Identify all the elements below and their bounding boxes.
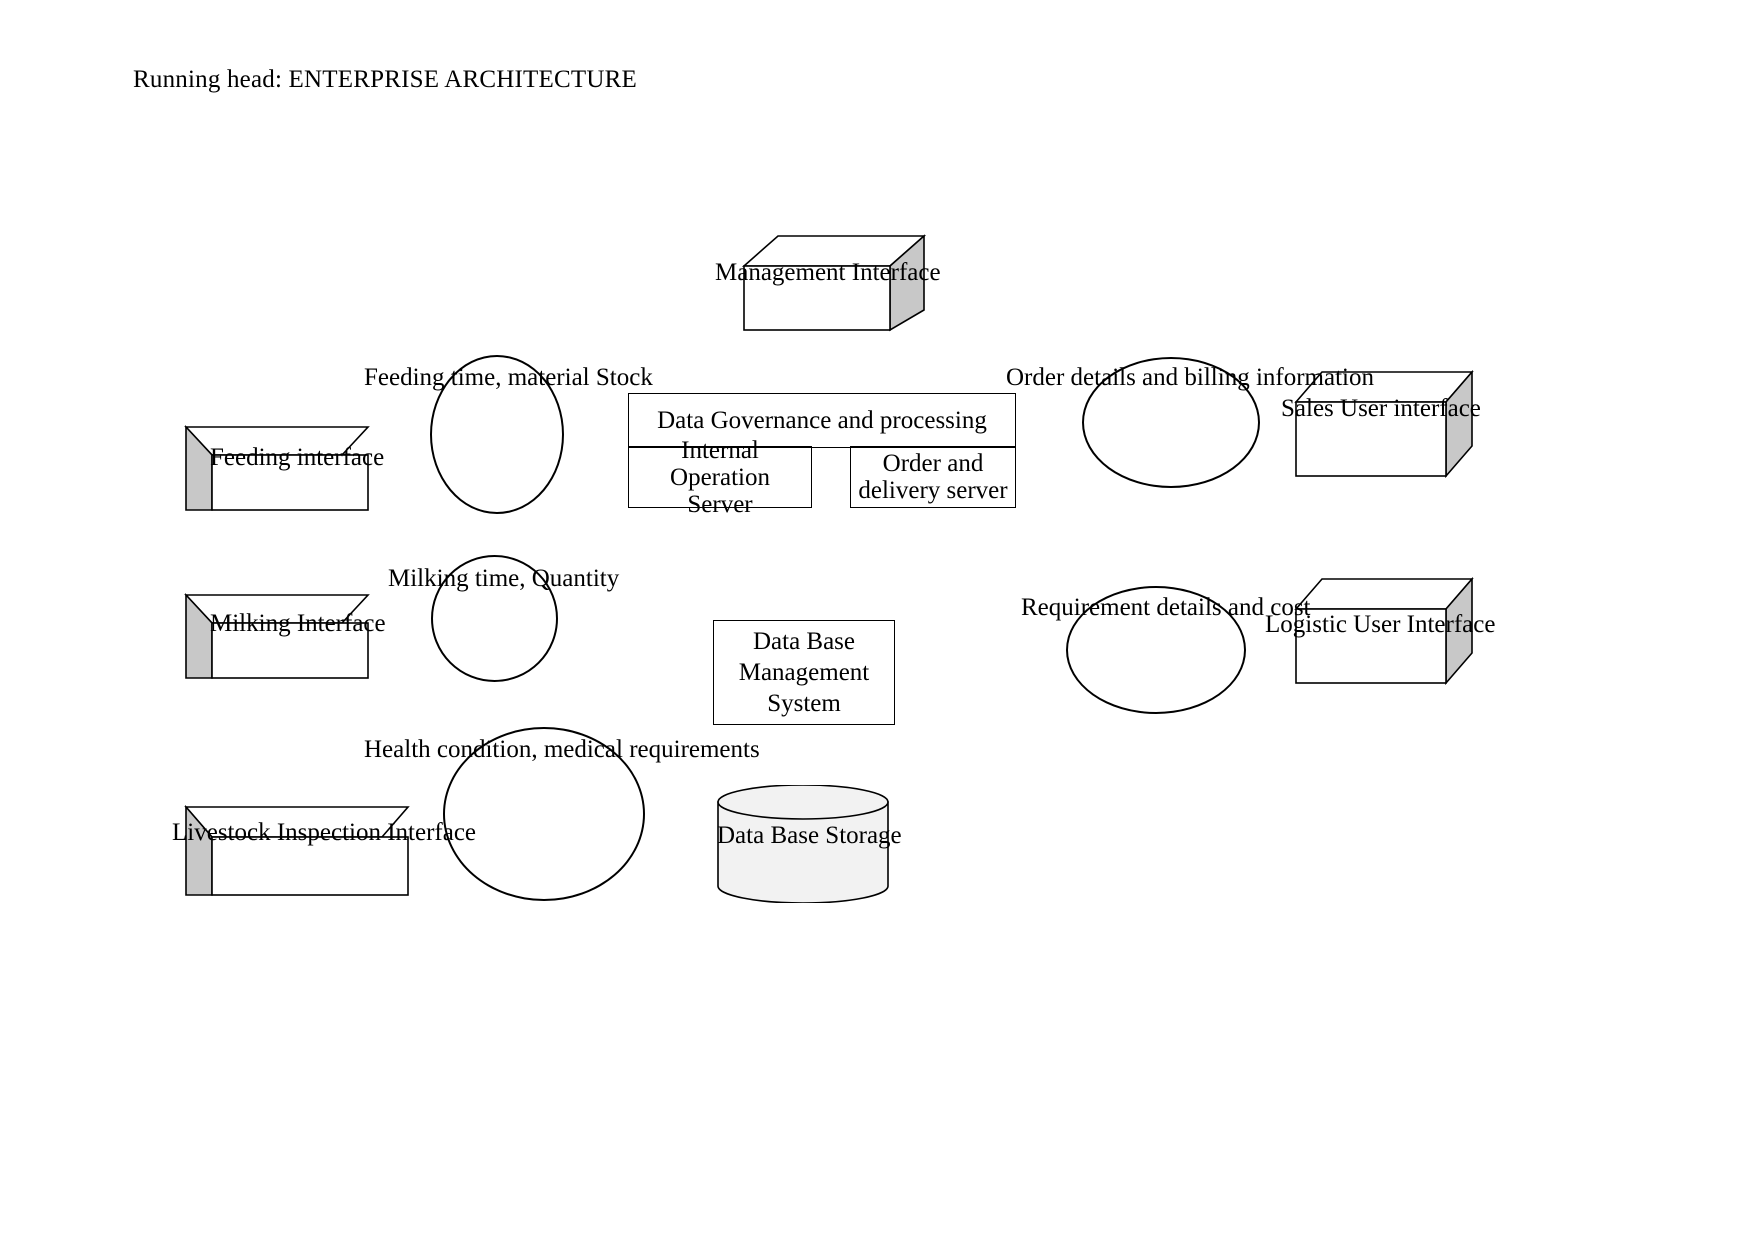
running-head: Running head: ENTERPRISE ARCHITECTURE [133,66,637,93]
node-feeding-interface[interactable]: Feeding interface [184,407,384,512]
data-governance-servers-row: Internal Operation Server Order and deli… [628,437,1016,518]
node-order-and-delivery-server[interactable]: Order and delivery server [850,446,1016,509]
node-label: Livestock Inspection Interface [172,819,477,846]
node-milking-interface[interactable]: Milking Interface [184,575,386,680]
node-label: Feeding interface [210,444,385,471]
node-livestock-inspection-interface[interactable]: Livestock Inspection Interface [172,785,476,897]
node-management-interface[interactable]: Management Interface [715,220,941,335]
node-label: Data Base Storage [717,822,902,849]
node-label: Milking Interface [210,610,386,637]
node-logistic-user-interface[interactable]: Logistic User Interface [1265,575,1495,686]
node-label: Management Interface [715,259,941,286]
flow-label-milking: Milking time, Quantity [388,565,620,592]
node-label: Sales User interface [1281,395,1481,422]
node-database-storage[interactable]: Data Base Storage [717,785,902,903]
flow-label-requirement: Requirement details and cost [1021,594,1311,621]
node-data-governance[interactable]: Data Governance and processing Internal … [628,393,1016,518]
flow-label-health: Health condition, medical requirements [364,736,760,763]
flow-label-order: Order details and billing information [1006,364,1374,391]
node-internal-operation-server[interactable]: Internal Operation Server [628,437,812,518]
diagram-canvas: Running head: ENTERPRISE ARCHITECTURE Ma… [0,0,1754,1241]
node-database-management-system[interactable]: Data Base Management System [713,620,895,725]
flow-label-feeding: Feeding time, material Stock [364,364,653,391]
